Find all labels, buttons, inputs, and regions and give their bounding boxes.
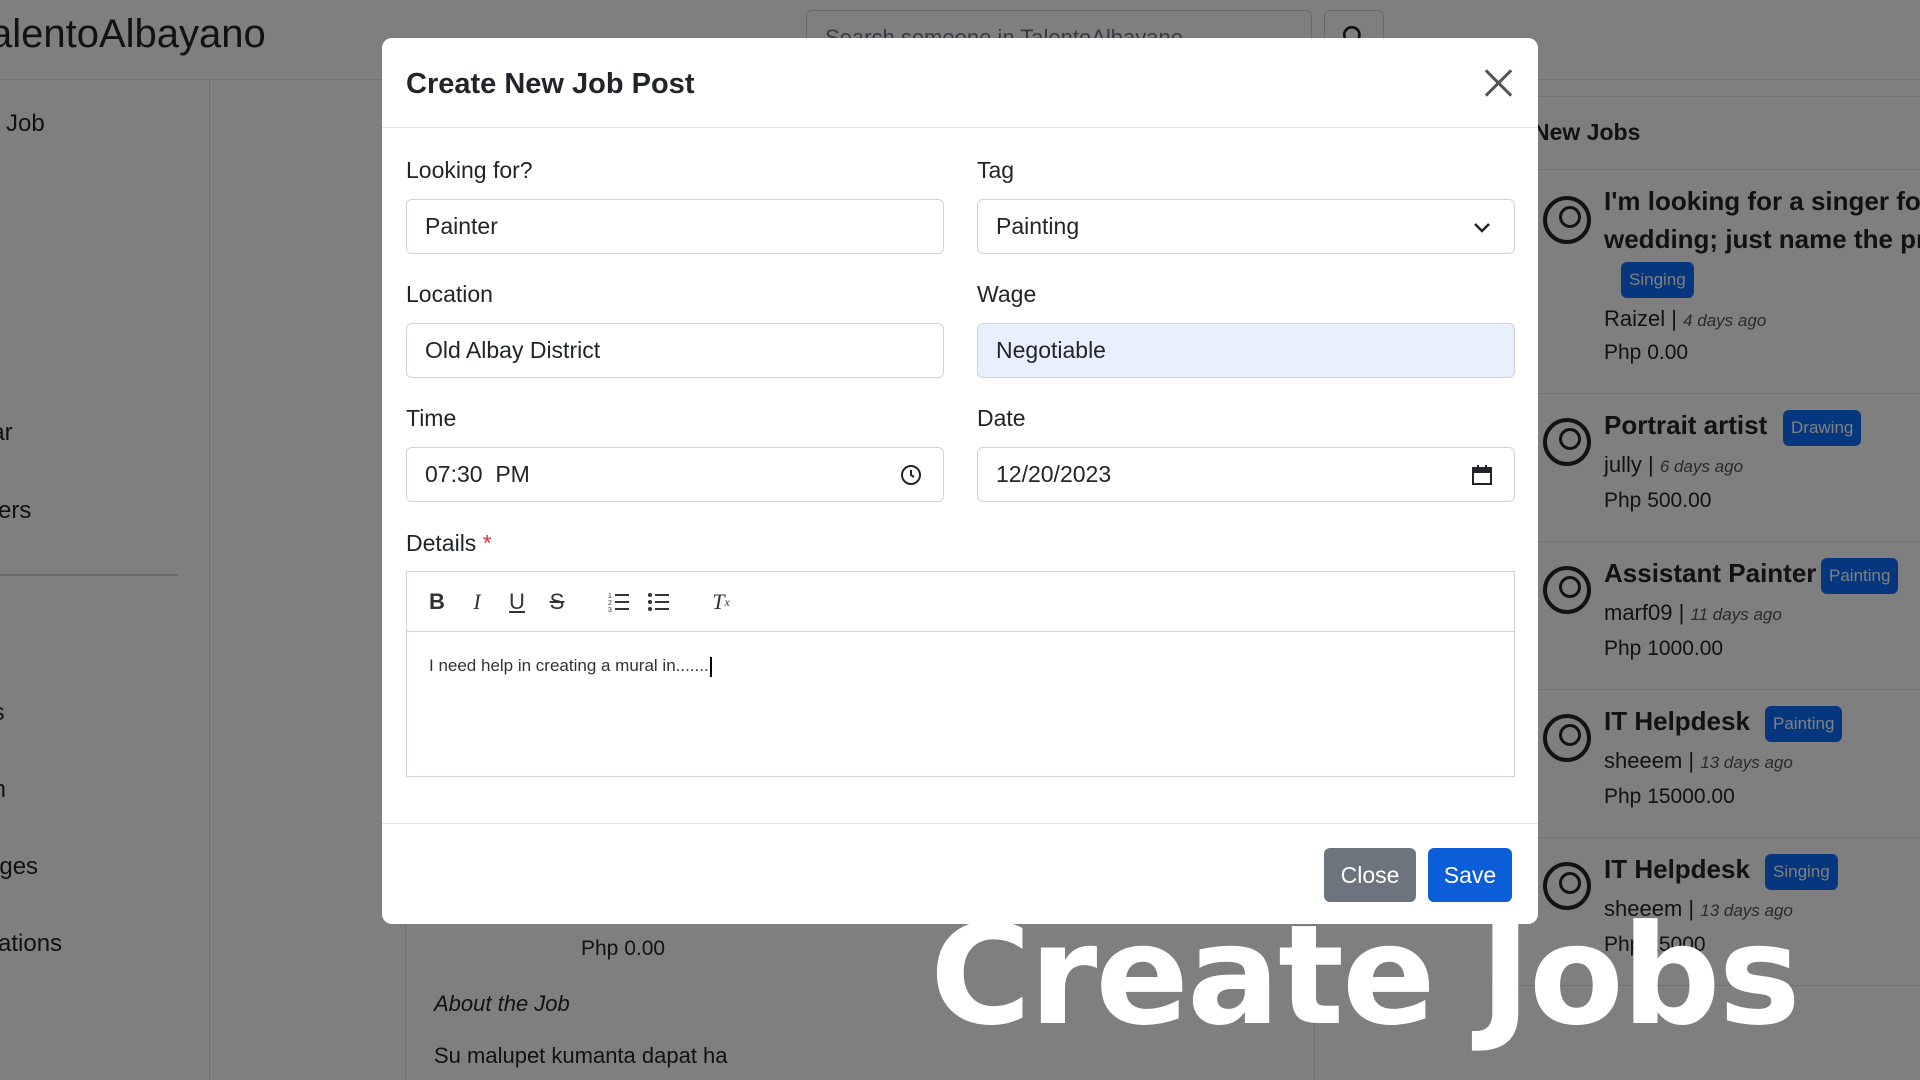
strikethrough-icon[interactable]: S xyxy=(543,588,571,616)
calendar-icon[interactable] xyxy=(1470,463,1494,487)
close-button[interactable]: Close xyxy=(1324,848,1416,902)
time-label: Time xyxy=(406,405,457,431)
looking-for-value: Painter xyxy=(425,213,498,239)
underline-icon[interactable]: U xyxy=(503,588,531,616)
italic-icon[interactable]: I xyxy=(463,588,491,616)
location-value: Old Albay District xyxy=(425,337,601,363)
tag-select[interactable]: Painting xyxy=(977,199,1515,254)
time-input[interactable]: 07:30 PM xyxy=(406,447,944,502)
details-value: I need help in creating a mural in......… xyxy=(429,656,709,675)
looking-for-input[interactable]: Painter xyxy=(406,199,944,254)
modal-title: Create New Job Post xyxy=(406,68,695,100)
clear-format-icon[interactable]: Tx xyxy=(707,588,735,616)
bold-icon[interactable]: B xyxy=(423,588,451,616)
text-caret xyxy=(709,656,712,677)
ordered-list-icon[interactable]: 123 xyxy=(605,588,633,616)
svg-text:1: 1 xyxy=(608,593,612,600)
watermark-caption: Create Jobs xyxy=(930,895,1801,1056)
date-label: Date xyxy=(977,405,1026,431)
editor-toolbar: B I U S 123 Tx xyxy=(407,572,1514,632)
tag-value: Painting xyxy=(996,213,1080,239)
bullet-list-icon[interactable] xyxy=(645,588,673,616)
time-value: 07:30 PM xyxy=(425,461,530,487)
chevron-down-icon xyxy=(1474,223,1490,233)
details-editor[interactable]: B I U S 123 Tx I need help in creating a… xyxy=(406,571,1515,777)
details-label-text: Details xyxy=(406,530,477,556)
svg-text:3: 3 xyxy=(608,607,612,614)
details-text[interactable]: I need help in creating a mural in......… xyxy=(429,656,712,677)
date-value: 12/20/2023 xyxy=(996,461,1112,487)
modal-header: Create New Job Post xyxy=(382,38,1538,128)
create-job-modal: Create New Job Post Looking for? Painter… xyxy=(382,38,1538,924)
tag-label: Tag xyxy=(977,157,1015,183)
wage-input[interactable]: Negotiable xyxy=(977,323,1515,378)
close-icon[interactable] xyxy=(1484,68,1514,98)
required-mark: * xyxy=(482,530,492,556)
clock-icon[interactable] xyxy=(899,463,923,487)
wage-value: Negotiable xyxy=(996,337,1106,363)
save-button[interactable]: Save xyxy=(1428,848,1512,902)
location-input[interactable]: Old Albay District xyxy=(406,323,944,378)
looking-for-label: Looking for? xyxy=(406,157,533,183)
location-label: Location xyxy=(406,281,493,307)
wage-label: Wage xyxy=(977,281,1037,307)
date-input[interactable]: 12/20/2023 xyxy=(977,447,1515,502)
svg-text:2: 2 xyxy=(608,600,612,607)
details-label: Details * xyxy=(406,530,492,557)
